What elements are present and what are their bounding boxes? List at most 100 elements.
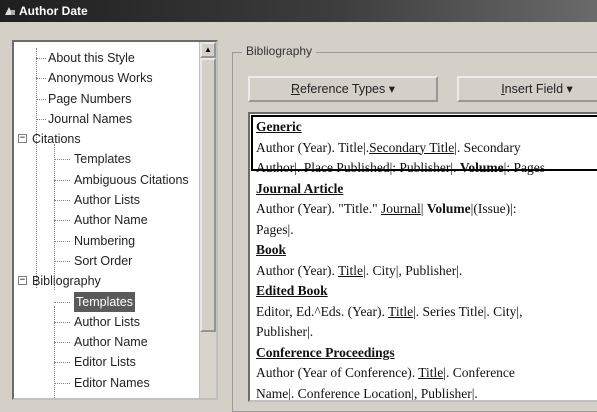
tree-guide (54, 220, 70, 222)
tree-guide (54, 144, 55, 290)
tree-item-label: Sort Order (74, 253, 133, 268)
tree-item-label: Templates (74, 152, 131, 167)
template-line: Editor, Ed.^Eds. (Year). Title|. Series … (256, 302, 597, 323)
template-heading: Book (256, 242, 287, 257)
template-segment: |: Pages (503, 160, 545, 175)
tree-item[interactable]: Journal Names (14, 109, 204, 129)
tree-guide (54, 382, 70, 384)
tree-item-label: Ambiguous Citations (74, 172, 189, 187)
dropdown-arrow-icon: ▾ (388, 82, 396, 96)
template-segment: Author|. Place Published|: Publisher|. (256, 160, 460, 175)
tree-item[interactable]: Numbering (14, 231, 204, 251)
tree-guide (54, 362, 70, 364)
tree-guide (54, 159, 70, 161)
tree-guide (54, 260, 70, 262)
tree-item-label: Numbering (74, 233, 136, 248)
tree-item[interactable]: About this Style (14, 48, 204, 68)
template-line: Author|. Place Published|: Publisher|. V… (256, 158, 597, 179)
reference-types-label: eference Types (300, 82, 386, 96)
reference-types-button[interactable]: Reference Types ▾ (248, 76, 438, 102)
tree-guide (36, 118, 46, 120)
template-editor[interactable]: Generic Author (Year). Title|.Secondary T… (248, 112, 597, 402)
tree-item-label: Author Lists (74, 314, 141, 329)
template-line: Author (Year). Title|.Secondary Title|. … (256, 138, 597, 159)
dropdown-arrow-icon: ▾ (566, 82, 573, 96)
tree-item-label: Author Lists (74, 193, 141, 208)
template-heading: Generic (256, 119, 302, 134)
template-line: Author (Year). Title|. City|, Publisher|… (256, 261, 597, 282)
tree-item[interactable]: Ambiguous Citations (14, 170, 204, 190)
tree-item-label: Journal Names (48, 111, 133, 126)
tree-item-label: Anonymous Works (48, 71, 153, 86)
tree-guide (54, 200, 70, 202)
template-segment: Editor, Ed.^Eds. (Year). (256, 303, 389, 319)
template-segment: |(Issue)|: (470, 201, 517, 216)
template-line: Pages|. (256, 220, 597, 241)
scroll-thumb[interactable] (200, 58, 216, 332)
tree-guide (54, 306, 55, 398)
template-heading: Journal Article (256, 180, 344, 196)
tree-guide (54, 179, 70, 181)
template-segment: Volume (426, 201, 471, 216)
tree-item[interactable]: Editor Names (14, 373, 204, 393)
template-segment: Title (418, 365, 444, 380)
tree-guide (54, 301, 70, 303)
tree-item-label: Citations (32, 132, 81, 147)
template-segment: Secondary Title (369, 139, 455, 155)
tree-item[interactable]: Anonymous Works (14, 68, 204, 88)
tree-item-label: Author Name (74, 335, 148, 350)
tree-items: About this Style Anonymous Works Page Numb… (14, 48, 204, 398)
tree-item[interactable]: Page Numbers (14, 89, 204, 109)
tree-item-label: About this Style (48, 51, 135, 65)
template-segment: |. Series Title|. City|, (413, 303, 523, 319)
template-segment: Author (Year). Title|. (256, 139, 370, 155)
tree-item[interactable]: Author Lists (14, 312, 204, 332)
template-line: Author (Year). "Title." Journal| Volume|… (256, 199, 597, 220)
tree-item[interactable]: Templates (14, 149, 204, 169)
tree-item[interactable]: Author Lists (14, 190, 204, 210)
style-tree[interactable]: About this Style Anonymous Works Page Numb… (12, 40, 218, 400)
tree-guide (54, 342, 70, 344)
tree-item[interactable]: Templates (14, 291, 204, 312)
template-segment: |. Secondary (454, 139, 521, 155)
collapse-icon[interactable]: − (18, 276, 27, 286)
tree-guide (36, 48, 37, 288)
insert-field-label: nsert Field (504, 82, 564, 96)
tree-item[interactable]: Author Name (14, 210, 204, 230)
template-segment: Journal (381, 201, 421, 216)
template-line: Name|. Conference Location|, Publisher|. (256, 384, 597, 401)
tree-item-label: Author Name (74, 213, 148, 228)
tree-item[interactable]: Editor Lists (14, 352, 204, 372)
app-icon (5, 7, 15, 15)
tree-item-label: Page Numbers (48, 91, 132, 106)
tree-scrollbar[interactable]: ▲ (199, 42, 216, 398)
template-segment: Publisher|. (256, 324, 314, 339)
tree-item[interactable]: − Citations (14, 129, 204, 149)
tree-guide (36, 78, 46, 80)
tree-item-label: Editor Lists (74, 355, 136, 370)
template-segment: Volume (459, 160, 504, 175)
template-heading: Conference Proceedings (256, 344, 395, 360)
collapse-icon[interactable]: − (18, 134, 27, 144)
template-segment: Author (Year). "Title." (256, 201, 382, 216)
template-segment: |. City|, Publisher|. (363, 262, 463, 278)
title-bar: Author Date (0, 0, 597, 22)
tree-item-label: Templates (74, 291, 135, 312)
template-segment: Name|. Conference Location|, Publisher|. (256, 385, 478, 401)
insert-field-button[interactable]: Insert Field ▾ (457, 76, 597, 102)
template-line: Author (Year of Conference). Title|. Con… (256, 363, 597, 384)
tree-guide (54, 321, 70, 323)
tree-guide (36, 98, 46, 100)
tree-guide (54, 240, 70, 242)
tree-item[interactable]: Sort Order (14, 251, 204, 271)
scroll-up-arrow-icon[interactable]: ▲ (200, 42, 216, 58)
template-line: Publisher|. (256, 322, 597, 343)
template-text: Generic Author (Year). Title|.Secondary T… (256, 117, 597, 401)
tree-item[interactable]: − Bibliography (14, 271, 204, 291)
template-segment: Pages|. (256, 221, 294, 237)
template-segment: Author (Year of Conference). (256, 365, 419, 380)
template-heading: Edited Book (256, 283, 328, 298)
tree-item[interactable]: Author Name (14, 332, 204, 352)
tree-item-label: Bibliography (32, 274, 101, 289)
template-segment: |. Conference (443, 365, 515, 380)
